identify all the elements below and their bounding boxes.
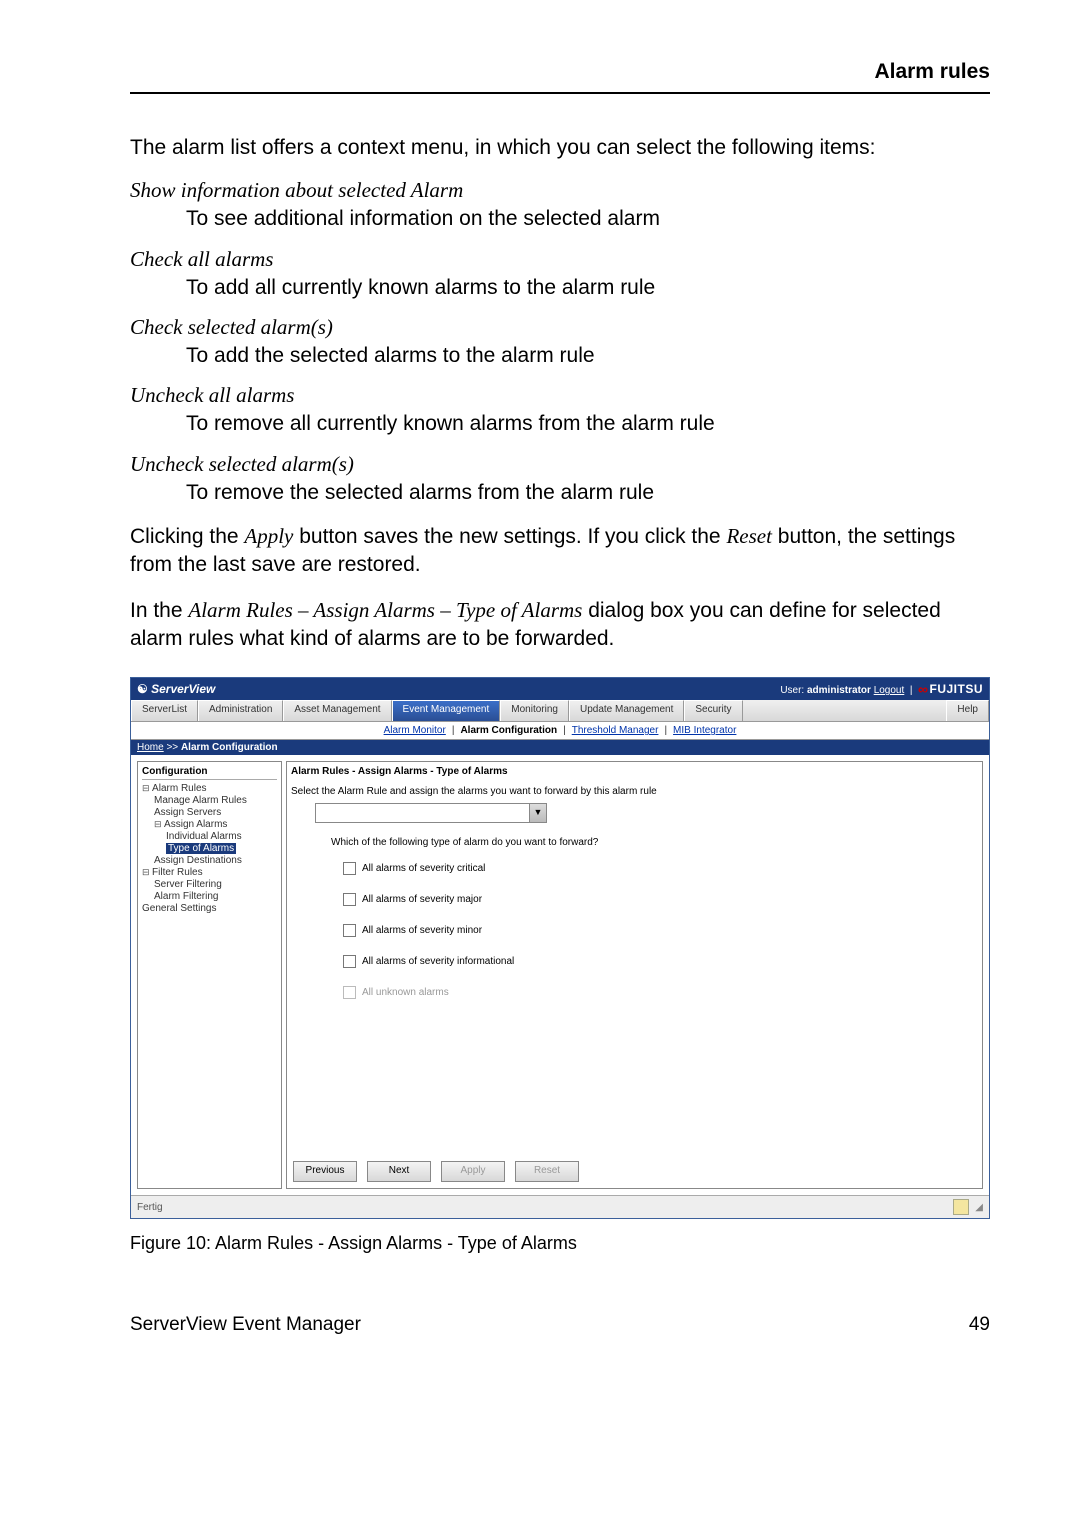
alarm-rule-select[interactable]: ▼ [315,803,547,823]
page-footer: ServerView Event Manager 49 [130,1314,990,1336]
subtab-threshold-manager[interactable]: Threshold Manager [566,725,665,736]
text: button saves the new settings. If you cl… [293,525,726,548]
logout-link[interactable]: Logout [874,685,905,696]
content-panel: Alarm Rules - Assign Alarms - Type of Al… [286,761,983,1189]
content-desc: Select the Alarm Rule and assign the ala… [291,786,978,797]
previous-button[interactable]: Previous [293,1161,357,1182]
breadcrumb-current: Alarm Configuration [181,742,278,753]
config-tree: Alarm Rules Manage Alarm Rules Assign Se… [142,783,277,914]
checkbox[interactable] [343,986,356,999]
tab-serverlist[interactable]: ServerList [131,700,198,721]
question-text: Which of the following type of alarm do … [331,837,978,848]
sub-tabs: Alarm Monitor | Alarm Configuration | Th… [131,722,989,740]
check-major[interactable]: All alarms of severity major [343,893,978,906]
app-title: ☯ ServerView [137,682,215,696]
dialog-paragraph: In the Alarm Rules – Assign Alarms – Typ… [130,596,990,654]
check-minor[interactable]: All alarms of severity minor [343,924,978,937]
select-value [316,804,529,822]
def-term: Check selected alarm(s) [130,315,990,340]
user-label: User: [780,685,804,696]
tab-help[interactable]: Help [946,700,989,721]
text: In the [130,599,188,622]
apply-button[interactable]: Apply [441,1161,505,1182]
check-label: All alarms of severity critical [362,863,485,874]
def-term: Uncheck all alarms [130,383,990,408]
page-header-title: Alarm rules [130,60,990,84]
next-button[interactable]: Next [367,1161,431,1182]
checkbox[interactable] [343,893,356,906]
tree-assign-alarms[interactable]: Assign Alarms Individual Alarms Type of … [154,819,277,854]
tree-type-of-alarms[interactable]: Type of Alarms [166,843,277,854]
check-informational[interactable]: All alarms of severity informational [343,955,978,968]
side-panel: Configuration Alarm Rules Manage Alarm R… [137,761,282,1189]
footer-left: ServerView Event Manager [130,1314,361,1336]
tab-security[interactable]: Security [684,700,742,721]
header-rule [130,92,990,94]
def-desc: To add all currently known alarms to the… [186,274,990,301]
def-desc: To see additional information on the sel… [186,205,990,232]
tree-alarm-filtering[interactable]: Alarm Filtering [154,891,277,902]
def-term: Check all alarms [130,247,990,272]
def-term: Uncheck selected alarm(s) [130,452,990,477]
figure-caption: Figure 10: Alarm Rules - Assign Alarms -… [130,1233,990,1254]
tab-administration[interactable]: Administration [198,700,283,721]
tree-general-settings[interactable]: General Settings [142,903,277,914]
text: Clicking the [130,525,244,548]
apply-reset-paragraph: Clicking the Apply button saves the new … [130,522,990,580]
side-title: Configuration [142,766,277,780]
button-row: Previous Next Apply Reset [293,1161,579,1182]
breadcrumb-sep: >> [164,742,181,753]
tree-server-filtering[interactable]: Server Filtering [154,879,277,890]
dialog-term: Alarm Rules – Assign Alarms – Type of Al… [188,598,582,622]
check-label: All unknown alarms [362,987,449,998]
tree-assign-servers[interactable]: Assign Servers [154,807,277,818]
window-title-bar: ☯ ServerView User: administrator Logout … [131,678,989,700]
def-desc: To add the selected alarms to the alarm … [186,342,990,369]
check-label: All alarms of severity major [362,894,482,905]
tree-manage-alarm-rules[interactable]: Manage Alarm Rules [154,795,277,806]
check-label: All alarms of severity minor [362,925,482,936]
user-name: administrator [807,685,871,696]
content-title: Alarm Rules - Assign Alarms - Type of Al… [291,766,978,780]
check-unknown[interactable]: All unknown alarms [343,986,978,999]
tab-monitoring[interactable]: Monitoring [500,700,569,721]
status-text: Fertig [137,1202,163,1213]
tab-asset-management[interactable]: Asset Management [283,700,391,721]
intro-text: The alarm list offers a context menu, in… [130,134,990,162]
serverview-window: ☯ ServerView User: administrator Logout … [130,677,990,1219]
chevron-down-icon[interactable]: ▼ [529,804,546,822]
def-desc: To remove all currently known alarms fro… [186,410,990,437]
checkbox[interactable] [343,862,356,875]
page-number: 49 [969,1314,990,1336]
tree-individual-alarms[interactable]: Individual Alarms [166,831,277,842]
tab-event-management[interactable]: Event Management [392,700,501,721]
reset-term: Reset [726,524,771,548]
main-tabs: ServerList Administration Asset Manageme… [131,700,989,722]
tab-update-management[interactable]: Update Management [569,700,684,721]
reset-button[interactable]: Reset [515,1161,579,1182]
tree-assign-destinations[interactable]: Assign Destinations [154,855,277,866]
tree-filter-rules[interactable]: Filter Rules Server Filtering Alarm Filt… [142,867,277,902]
subtab-alarm-monitor[interactable]: Alarm Monitor [378,725,452,736]
def-desc: To remove the selected alarms from the a… [186,479,990,506]
def-term: Show information about selected Alarm [130,178,990,203]
checkbox[interactable] [343,924,356,937]
breadcrumb: Home >> Alarm Configuration [131,740,989,755]
breadcrumb-home[interactable]: Home [137,742,164,753]
fujitsu-logo: FUJITSU [918,682,983,696]
apply-term: Apply [244,524,293,548]
user-info: User: administrator Logout | FUJITSU [780,681,983,697]
tree-alarm-rules[interactable]: Alarm Rules Manage Alarm Rules Assign Se… [142,783,277,866]
check-label: All alarms of severity informational [362,956,514,967]
definitions: Show information about selected Alarm To… [130,178,990,505]
checkbox[interactable] [343,955,356,968]
main-area: Configuration Alarm Rules Manage Alarm R… [131,755,989,1195]
subtab-alarm-configuration[interactable]: Alarm Configuration [454,725,563,736]
resize-grip-icon: ◢ [975,1202,983,1213]
check-critical[interactable]: All alarms of severity critical [343,862,978,875]
subtab-mib-integrator[interactable]: MIB Integrator [667,725,742,736]
status-bar: Fertig ◢ [131,1195,989,1218]
lock-icon [953,1199,969,1215]
